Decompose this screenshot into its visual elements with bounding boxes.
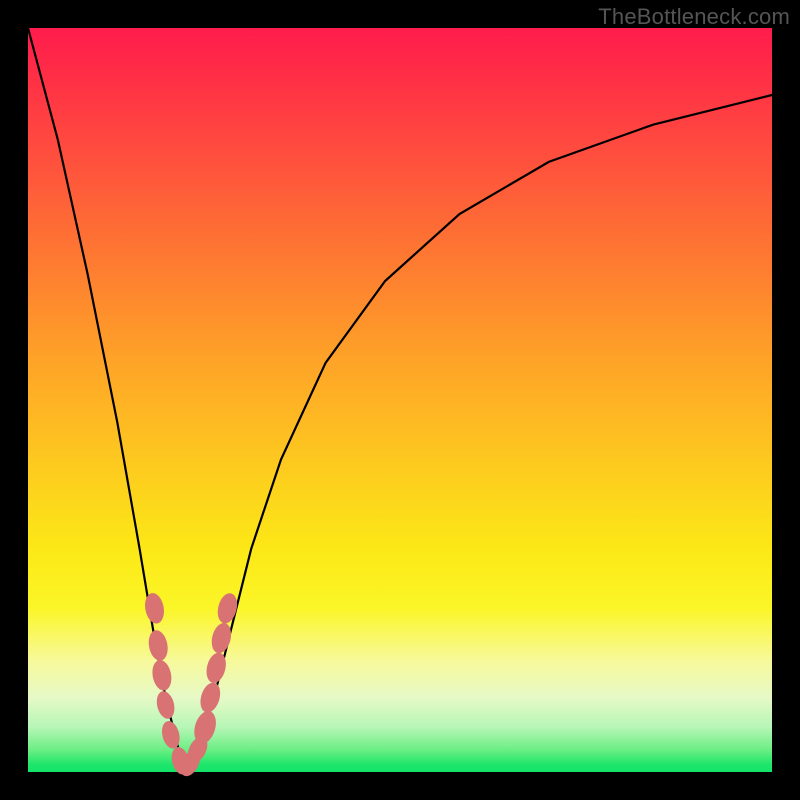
curve-marker bbox=[197, 680, 223, 715]
curve-marker bbox=[159, 719, 182, 750]
curve-marker bbox=[215, 591, 240, 625]
curve-marker bbox=[143, 591, 167, 625]
curve-marker bbox=[150, 658, 174, 692]
marker-group bbox=[143, 591, 240, 779]
curve-marker bbox=[146, 629, 170, 663]
curve-svg bbox=[28, 28, 772, 772]
curve-marker bbox=[209, 621, 234, 655]
curve-marker bbox=[154, 689, 177, 720]
watermark-text: TheBottleneck.com bbox=[598, 4, 790, 30]
bottleneck-curve bbox=[28, 28, 772, 772]
plot-area bbox=[28, 28, 772, 772]
chart-frame: TheBottleneck.com bbox=[0, 0, 800, 800]
